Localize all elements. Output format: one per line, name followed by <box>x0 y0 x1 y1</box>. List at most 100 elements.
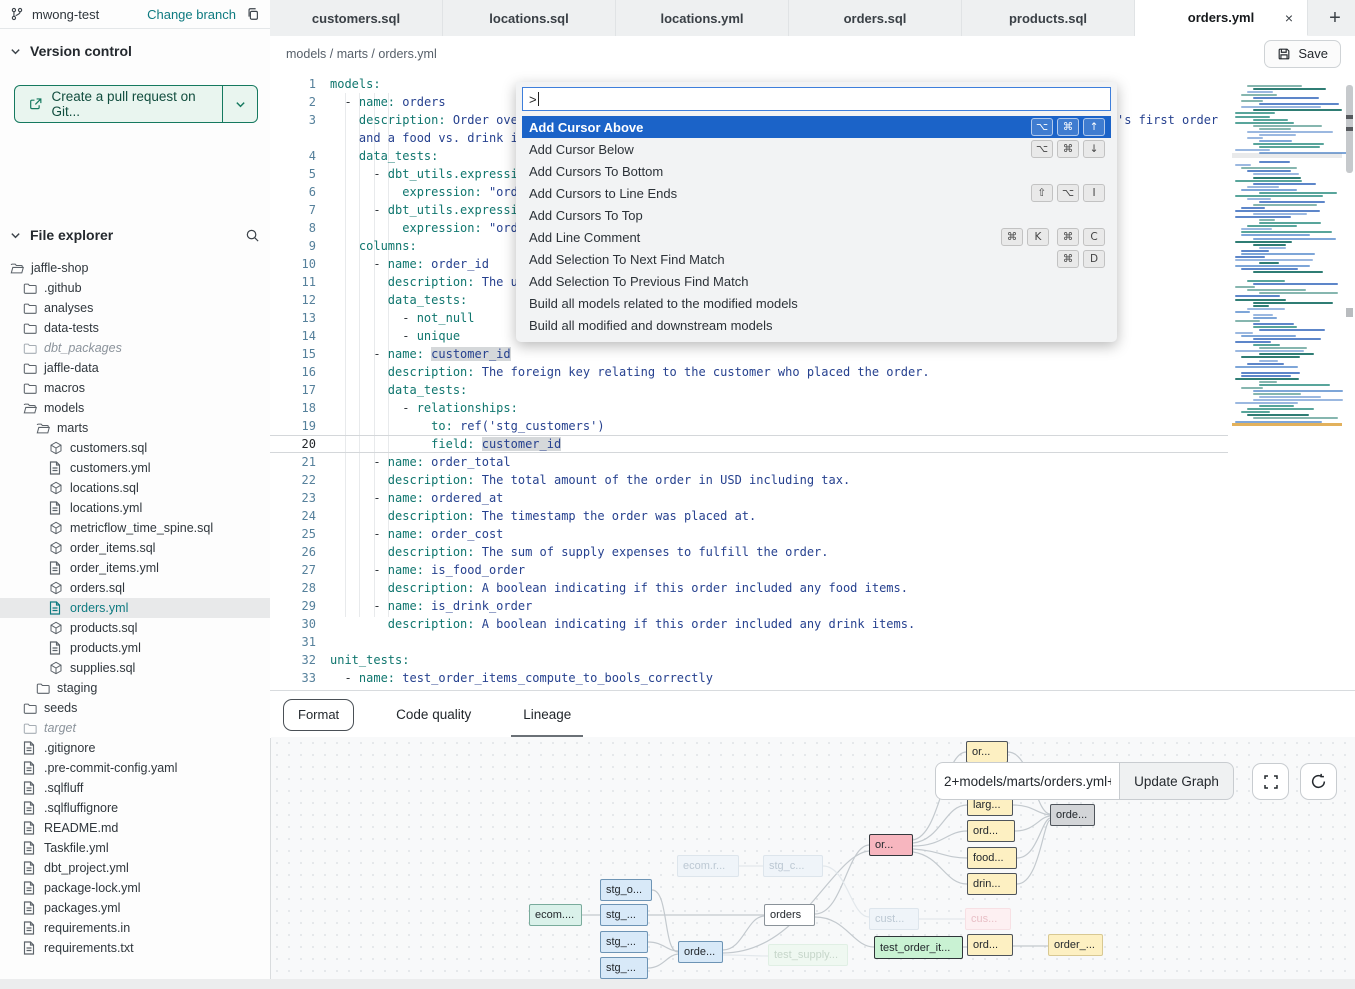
tab-locations-sql[interactable]: locations.sql <box>443 0 616 36</box>
tree-item-package-lock-yml[interactable]: package-lock.yml <box>0 878 270 898</box>
code-line[interactable]: - dbt_utils.expressi <box>330 165 518 183</box>
search-icon[interactable] <box>245 228 260 243</box>
command-item-add-selection-to-previous-find-match[interactable]: Add Selection To Previous Find Match <box>522 270 1111 292</box>
lineage-node-order-[interactable]: order_... <box>1048 934 1103 956</box>
tree-item-data-tests[interactable]: data-tests <box>0 318 270 338</box>
change-branch-link[interactable]: Change branch <box>147 7 236 22</box>
code-line[interactable]: - name: test_order_items_compute_to_bool… <box>330 669 713 687</box>
tree-item-supplies-sql[interactable]: supplies.sql <box>0 658 270 678</box>
save-button[interactable]: Save <box>1264 40 1341 68</box>
code-line[interactable]: - relationships: <box>330 399 518 417</box>
tree-item-metricflow-time-spine-sql[interactable]: metricflow_time_spine.sql <box>0 518 270 538</box>
tree-item-models[interactable]: models <box>0 398 270 418</box>
tree-item-jaffle-shop[interactable]: jaffle-shop <box>0 258 270 278</box>
tree-item-dbt-packages[interactable]: dbt_packages <box>0 338 270 358</box>
lineage-node-stg-[interactable]: stg_... <box>600 957 648 979</box>
tree-item-orders-yml[interactable]: orders.yml <box>0 598 270 618</box>
tree-item-products-sql[interactable]: products.sql <box>0 618 270 638</box>
tree-item-readme-md[interactable]: README.md <box>0 818 270 838</box>
tree-item-packages-yml[interactable]: packages.yml <box>0 898 270 918</box>
code-line[interactable]: data_tests: <box>330 291 467 309</box>
tree-item-macros[interactable]: macros <box>0 378 270 398</box>
tree-item-order-items-yml[interactable]: order_items.yml <box>0 558 270 578</box>
file-explorer-header[interactable]: File explorer <box>10 224 260 246</box>
code-line[interactable]: - name: is_food_order <box>330 561 525 579</box>
lineage-node-stg-c-[interactable]: stg_c... <box>763 855 823 877</box>
code-line[interactable]: - name: order_cost <box>330 525 503 543</box>
code-line[interactable]: - name: order_total <box>330 453 511 471</box>
tree-item-orders-sql[interactable]: orders.sql <box>0 578 270 598</box>
lineage-node-stg-[interactable]: stg_... <box>600 931 648 953</box>
command-item-build-all-modified-and-downstream-models[interactable]: Build all modified and downstream models <box>522 314 1111 336</box>
code-line[interactable]: data_tests: <box>330 381 467 399</box>
code-line[interactable]: columns: <box>330 237 417 255</box>
code-line[interactable]: description: Order ove's first order <box>330 111 518 129</box>
command-item-add-cursor-below[interactable]: Add Cursor Below⌥⌘↓ <box>522 138 1111 160</box>
version-control-header[interactable]: Version control <box>10 40 260 62</box>
lineage-node-stg-[interactable]: stg_... <box>600 904 648 926</box>
format-button[interactable]: Format <box>283 699 354 731</box>
tab-orders-sql[interactable]: orders.sql <box>789 0 962 36</box>
code-line[interactable]: - name: order_id <box>330 255 489 273</box>
lineage-node-orde-[interactable]: orde... <box>1050 804 1095 826</box>
lineage-node-food-[interactable]: food... <box>967 847 1017 869</box>
tab-locations-yml[interactable]: locations.yml <box>616 0 789 36</box>
tree-item-analyses[interactable]: analyses <box>0 298 270 318</box>
code-line[interactable]: - name: is_drink_order <box>330 597 532 615</box>
code-line[interactable]: description: The u <box>330 273 518 291</box>
lineage-node-stg-o-[interactable]: stg_o... <box>600 879 652 901</box>
tree-item-target[interactable]: target <box>0 718 270 738</box>
code-line[interactable]: description: The sum of supply expenses … <box>330 543 829 561</box>
tree-item-requirements-in[interactable]: requirements.in <box>0 918 270 938</box>
lineage-node-or-[interactable]: or... <box>869 834 913 856</box>
code-line[interactable]: unit_tests: <box>330 651 409 669</box>
tree-item-order-items-sql[interactable]: order_items.sql <box>0 538 270 558</box>
lineage-node-test-order-it-[interactable]: test_order_it... <box>874 936 963 959</box>
lineage-canvas[interactable]: or...larg...ord...food...drin...orde...o… <box>271 737 1355 979</box>
fullscreen-button[interactable] <box>1252 763 1289 800</box>
tab-products-sql[interactable]: products.sql <box>962 0 1135 36</box>
tree-item--sqlfluff[interactable]: .sqlfluff <box>0 778 270 798</box>
command-item-add-selection-to-next-find-match[interactable]: Add Selection To Next Find Match⌘D <box>522 248 1111 270</box>
command-item-add-cursors-to-bottom[interactable]: Add Cursors To Bottom <box>522 160 1111 182</box>
tree-item-customers-sql[interactable]: customers.sql <box>0 438 270 458</box>
tree-item-taskfile-yml[interactable]: Taskfile.yml <box>0 838 270 858</box>
code-line[interactable]: description: A boolean indicating if thi… <box>330 615 915 633</box>
code-line[interactable]: description: The timestamp the order was… <box>330 507 756 525</box>
code-line[interactable]: - unique <box>330 327 460 345</box>
tree-item--gitignore[interactable]: .gitignore <box>0 738 270 758</box>
code-line[interactable]: and a food vs. drink i <box>330 129 518 147</box>
copy-icon[interactable] <box>246 7 260 21</box>
lineage-node-ecom-r-[interactable]: ecom.r... <box>677 855 739 877</box>
tree-item-marts[interactable]: marts <box>0 418 270 438</box>
lineage-node-orde-[interactable]: orde... <box>678 941 723 963</box>
tree-item-staging[interactable]: staging <box>0 678 270 698</box>
code-line[interactable]: - dbt_utils.expressi <box>330 201 518 219</box>
lineage-node-or-[interactable]: or... <box>966 741 1008 763</box>
code-line[interactable]: - not_null <box>330 309 475 327</box>
bottom-tab-lineage[interactable]: Lineage <box>511 691 583 738</box>
command-item-build-all-models-related-to-the-modified-models[interactable]: Build all models related to the modified… <box>522 292 1111 314</box>
lineage-node-cus-[interactable]: cus... <box>965 908 1011 930</box>
create-pr-dropdown[interactable] <box>222 86 257 122</box>
code-line[interactable]: expression: "ord <box>330 219 518 237</box>
tree-item-seeds[interactable]: seeds <box>0 698 270 718</box>
lineage-node-ord-[interactable]: ord... <box>967 820 1015 842</box>
tree-item-locations-sql[interactable]: locations.sql <box>0 478 270 498</box>
code-line[interactable]: - name: customer_id <box>330 345 511 363</box>
tree-item-products-yml[interactable]: products.yml <box>0 638 270 658</box>
code-line[interactable]: description: The foreign key relating to… <box>330 363 930 381</box>
lineage-node-drin-[interactable]: drin... <box>967 873 1017 895</box>
update-graph-button[interactable]: Update Graph <box>1119 762 1234 800</box>
tree-item--github[interactable]: .github <box>0 278 270 298</box>
bottom-tab-code-quality[interactable]: Code quality <box>384 691 483 738</box>
tab-customers-sql[interactable]: customers.sql <box>270 0 443 36</box>
tree-item-jaffle-data[interactable]: jaffle-data <box>0 358 270 378</box>
code-line[interactable]: description: A boolean indicating if thi… <box>330 579 908 597</box>
lineage-node-ecom-[interactable]: ecom.... <box>529 904 582 926</box>
command-item-add-cursors-to-top[interactable]: Add Cursors To Top <box>522 204 1111 226</box>
command-palette-input[interactable]: > <box>522 87 1111 111</box>
code-line[interactable]: - name: ordered_at <box>330 489 503 507</box>
tree-item-dbt-project-yml[interactable]: dbt_project.yml <box>0 858 270 878</box>
code-line[interactable]: data_tests: <box>330 147 438 165</box>
